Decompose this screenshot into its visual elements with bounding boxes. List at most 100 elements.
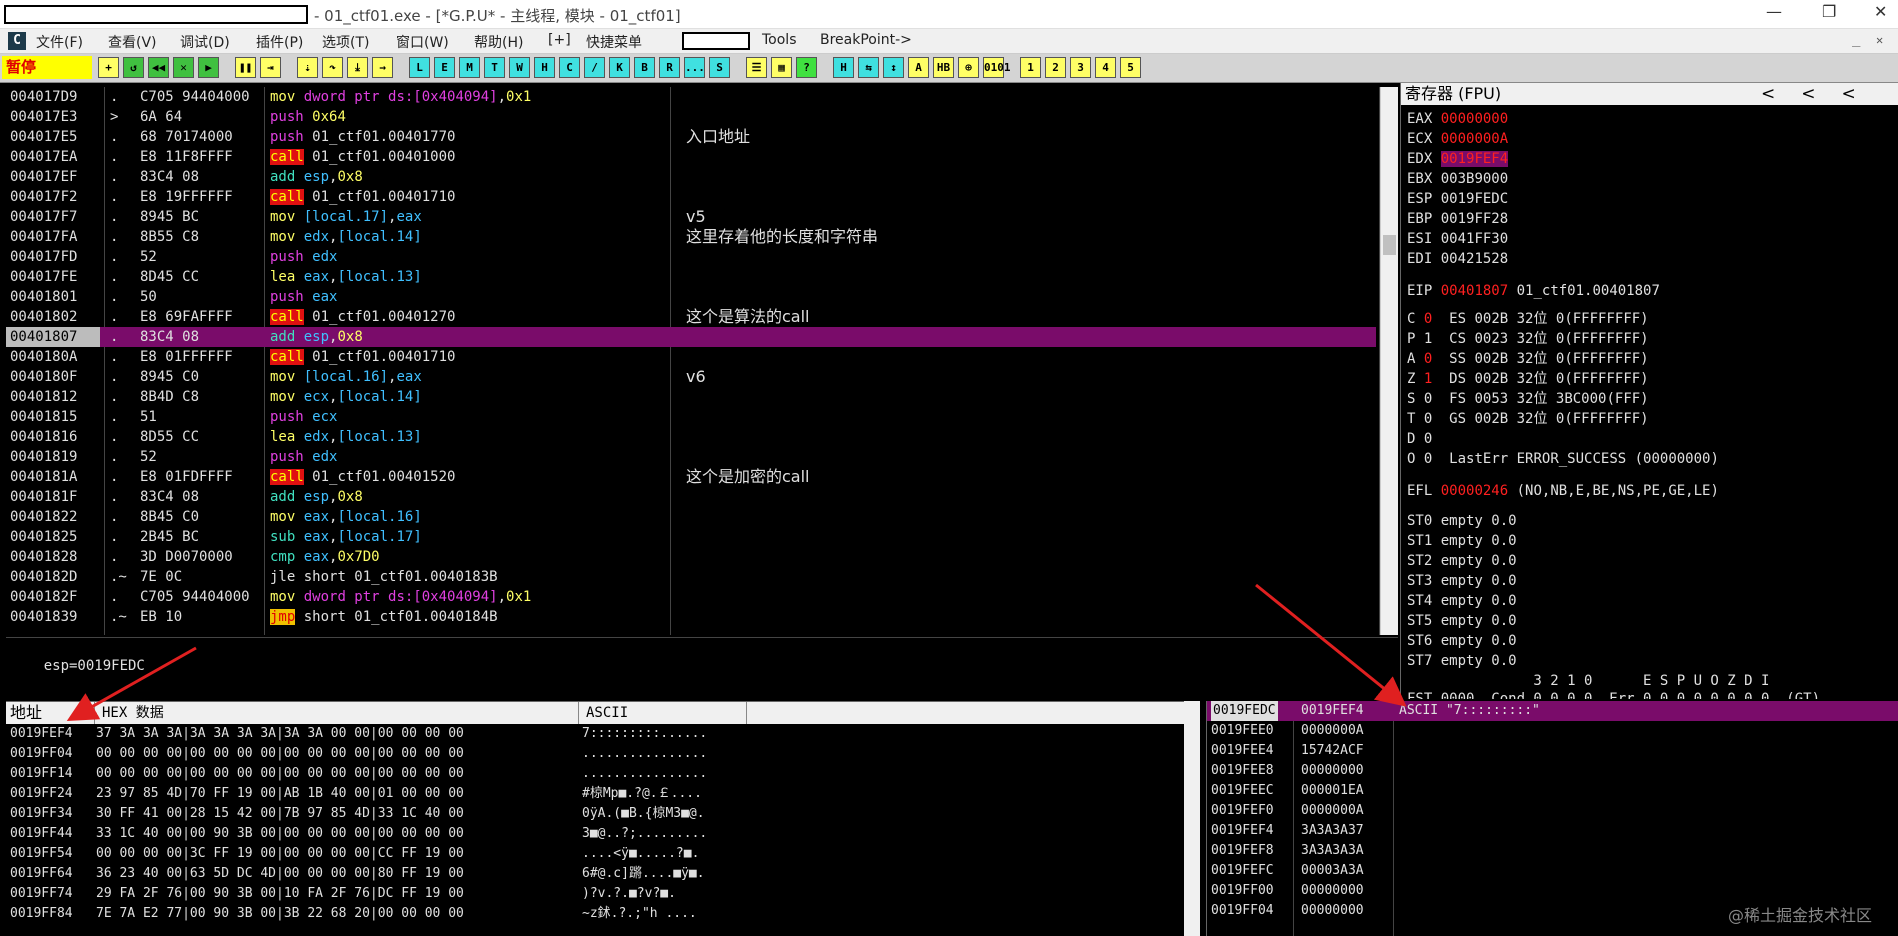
disasm-row[interactable]: 004017D9. C705 94404000 mov dword ptr ds:[… — [6, 87, 1376, 107]
disasm-row[interactable]: 004017EA. E8 11F8FFFF call 01_ctf01.004010… — [6, 147, 1376, 167]
fpu-st-row[interactable]: ST1 empty 0.0 — [1407, 531, 1517, 551]
toolbar-button-22[interactable]: ... — [684, 57, 705, 78]
flag-row[interactable]: T 0 GS 002B 32位 0(FFFFFFFF) — [1407, 409, 1649, 429]
disasm-row[interactable]: 00401816. 8D55 CC lea edx,[local.13] — [6, 427, 1376, 447]
toolbar-button-38[interactable]: 5 — [1120, 57, 1141, 78]
disasm-row[interactable]: 00401807. 83C4 08 add esp,0x8 — [6, 327, 1376, 347]
flag-value[interactable]: 0 — [1424, 311, 1432, 327]
register-value[interactable]: 0000000A — [1441, 131, 1508, 147]
menu-item[interactable]: [+] — [548, 32, 571, 48]
fpu-st-row[interactable]: ST6 empty 0.0 — [1407, 631, 1517, 651]
toolbar-button-16[interactable]: H — [534, 57, 555, 78]
flag-value[interactable]: 0 — [1424, 431, 1432, 447]
disasm-row[interactable]: 0040180F. 8945 C0 mov [local.16],eax v6 — [6, 367, 1376, 387]
toolbar-button-26[interactable]: ? — [796, 57, 817, 78]
disasm-row[interactable]: 004017E5. 68 70174000 push 01_ctf01.004017… — [6, 127, 1376, 147]
dump-col-hex[interactable]: HEX 数据 — [102, 702, 164, 724]
disasm-row[interactable]: 00401822. 8B45 C0 mov eax,[local.16] — [6, 507, 1376, 527]
toolbar-button-23[interactable]: S — [709, 57, 730, 78]
dump-row[interactable]: 0019FF34 30 FF 41 00|28 15 42 00|7B 97 85… — [6, 804, 1186, 824]
register-value[interactable]: 0019FF28 — [1441, 211, 1508, 227]
register-value[interactable]: 00000000 — [1441, 111, 1508, 127]
restore-button[interactable]: ❐ — [1822, 2, 1836, 21]
toolbar-button-24[interactable]: ☰ — [746, 57, 767, 78]
flag-value[interactable]: 0 — [1424, 351, 1432, 367]
menu-item[interactable]: 调试(D) — [180, 32, 230, 52]
stack-row[interactable]: 0019FEFC 00003A3A — [1207, 861, 1898, 881]
toolbar-button-17[interactable]: C — [559, 57, 580, 78]
toolbar-button-5[interactable]: ❚❚ — [235, 57, 256, 78]
menu-tools[interactable]: Tools — [762, 32, 797, 48]
toolbar-button-19[interactable]: K — [609, 57, 630, 78]
registers-panel[interactable]: 寄存器 (FPU) <<< EAX 00000000 ECX 0000000A ED… — [1400, 83, 1898, 699]
disasm-row[interactable]: 0040181F. 83C4 08 add esp,0x8 — [6, 487, 1376, 507]
disasm-row[interactable]: 00401801. 50 push eax — [6, 287, 1376, 307]
toolbar-button-35[interactable]: 2 — [1045, 57, 1066, 78]
eip-row[interactable]: EIP 00401807 01_ctf01.00401807 — [1407, 281, 1660, 301]
toolbar-button-28[interactable]: ⇆ — [858, 57, 879, 78]
register-row[interactable]: EDX 0019FEF4 — [1407, 149, 1509, 169]
toolbar-button-9[interactable]: ⤓ — [347, 57, 368, 78]
toolbar-button-15[interactable]: W — [509, 57, 530, 78]
toolbar-button-34[interactable]: 1 — [1020, 57, 1041, 78]
toolbar-button-14[interactable]: T — [484, 57, 505, 78]
disasm-row[interactable]: 004017F2. E8 19FFFFFF call 01_ctf01.004017… — [6, 187, 1376, 207]
stack-row[interactable]: 0019FEE4 15742ACF — [1207, 741, 1898, 761]
flag-row[interactable]: A 0 SS 002B 32位 0(FFFFFFFF) — [1407, 349, 1649, 369]
fpu-st-row[interactable]: ST4 empty 0.0 — [1407, 591, 1517, 611]
minimize-button[interactable]: — — [1766, 2, 1782, 21]
stack-panel[interactable]: 0019FEDC 0019FEF4 ASCII "7:::::::::" 0019FE… — [1206, 701, 1898, 936]
disassembly-panel[interactable]: 004017D9. C705 94404000 mov dword ptr ds:[… — [6, 87, 1380, 635]
register-value[interactable]: 0019FEF4 — [1440, 151, 1509, 167]
toolbar-button-10[interactable]: → — [372, 57, 393, 78]
disasm-row[interactable]: 004017FD. 52 push edx — [6, 247, 1376, 267]
register-row[interactable]: EBX 003B9000 — [1407, 169, 1508, 189]
dump-row[interactable]: 0019FF54 00 00 00 00|3C FF 19 00|00 00 00… — [6, 844, 1186, 864]
register-value[interactable]: 00421528 — [1441, 251, 1508, 267]
fpu-st-row[interactable]: ST5 empty 0.0 — [1407, 611, 1517, 631]
menu-item[interactable]: 快捷菜单 — [586, 32, 642, 52]
toolbar-button-2[interactable]: ◀◀ — [148, 57, 169, 78]
stack-row[interactable]: 0019FEE8 00000000 — [1207, 761, 1898, 781]
register-value[interactable]: 00000246 — [1441, 483, 1508, 499]
toolbar-button-32[interactable]: ⊕ — [958, 57, 979, 78]
menu-breakpoint[interactable]: BreakPoint-> — [820, 32, 912, 48]
dump-row[interactable]: 0019FF14 00 00 00 00|00 00 00 00|00 00 00… — [6, 764, 1186, 784]
menu-item[interactable]: 查看(V) — [108, 32, 157, 52]
disasm-row[interactable]: 004017FA. 8B55 C8 mov edx,[local.14] 这里存着他的… — [6, 227, 1376, 247]
register-row[interactable]: EBP 0019FF28 — [1407, 209, 1508, 229]
toolbar-button-31[interactable]: HB — [933, 57, 954, 78]
dump-row[interactable]: 0019FEF4 37 3A 3A 3A|3A 3A 3A 3A|3A 3A 00… — [6, 724, 1186, 744]
stack-row[interactable]: 0019FEF8 3A3A3A3A — [1207, 841, 1898, 861]
disasm-row[interactable]: 004017E3 >6A 64 push 0x64 — [6, 107, 1376, 127]
dump-col-ascii[interactable]: ASCII — [586, 702, 628, 724]
inner-close-button[interactable]: ✕ — [1876, 33, 1883, 47]
toolbar-button-12[interactable]: E — [434, 57, 455, 78]
toolbar-button-25[interactable]: ▦ — [771, 57, 792, 78]
toolbar-button-36[interactable]: 3 — [1070, 57, 1091, 78]
register-row[interactable]: ESP 0019FEDC — [1407, 189, 1508, 209]
stack-row[interactable]: 0019FEE0 0000000A — [1207, 721, 1898, 741]
fpu-st-row[interactable]: ST7 empty 0.0 — [1407, 651, 1517, 671]
register-value[interactable]: 003B9000 — [1441, 171, 1508, 187]
flag-row[interactable]: P 1 CS 0023 32位 0(FFFFFFFF) — [1407, 329, 1649, 349]
register-row[interactable]: ECX 0000000A — [1407, 129, 1508, 149]
disasm-row[interactable]: 00401825. 2B45 BC sub eax,[local.17] — [6, 527, 1376, 547]
fpu-st-row[interactable]: ST0 empty 0.0 — [1407, 511, 1517, 531]
toolbar-button-18[interactable]: / — [584, 57, 605, 78]
inner-minimize-button[interactable]: _ — [1852, 31, 1860, 47]
collapse-arrow-icon[interactable]: < — [1801, 84, 1841, 104]
dump-col-address[interactable]: 地址 — [10, 702, 42, 724]
flag-row[interactable]: Z 1 DS 002B 32位 0(FFFFFFFF) — [1407, 369, 1649, 389]
toolbar-button-0[interactable]: + — [98, 57, 119, 78]
disasm-row[interactable]: 004017F7. 8945 BC mov [local.17],eax v5 — [6, 207, 1376, 227]
toolbar-button-29[interactable]: ↕ — [883, 57, 904, 78]
flag-value[interactable]: 1 — [1424, 331, 1432, 347]
dump-scrollbar[interactable] — [1184, 701, 1200, 936]
toolbar-button-1[interactable]: ↺ — [123, 57, 144, 78]
efl-row[interactable]: EFL 00000246 (NO,NB,E,BE,NS,PE,GE,LE) — [1407, 481, 1719, 501]
disasm-row[interactable]: 00401802. E8 69FAFFFF call 01_ctf01.004012… — [6, 307, 1376, 327]
menu-item[interactable]: 帮助(H) — [474, 32, 523, 52]
dump-row[interactable]: 0019FF04 00 00 00 00|00 00 00 00|00 00 00… — [6, 744, 1186, 764]
register-value[interactable]: 0019FEDC — [1441, 191, 1508, 207]
